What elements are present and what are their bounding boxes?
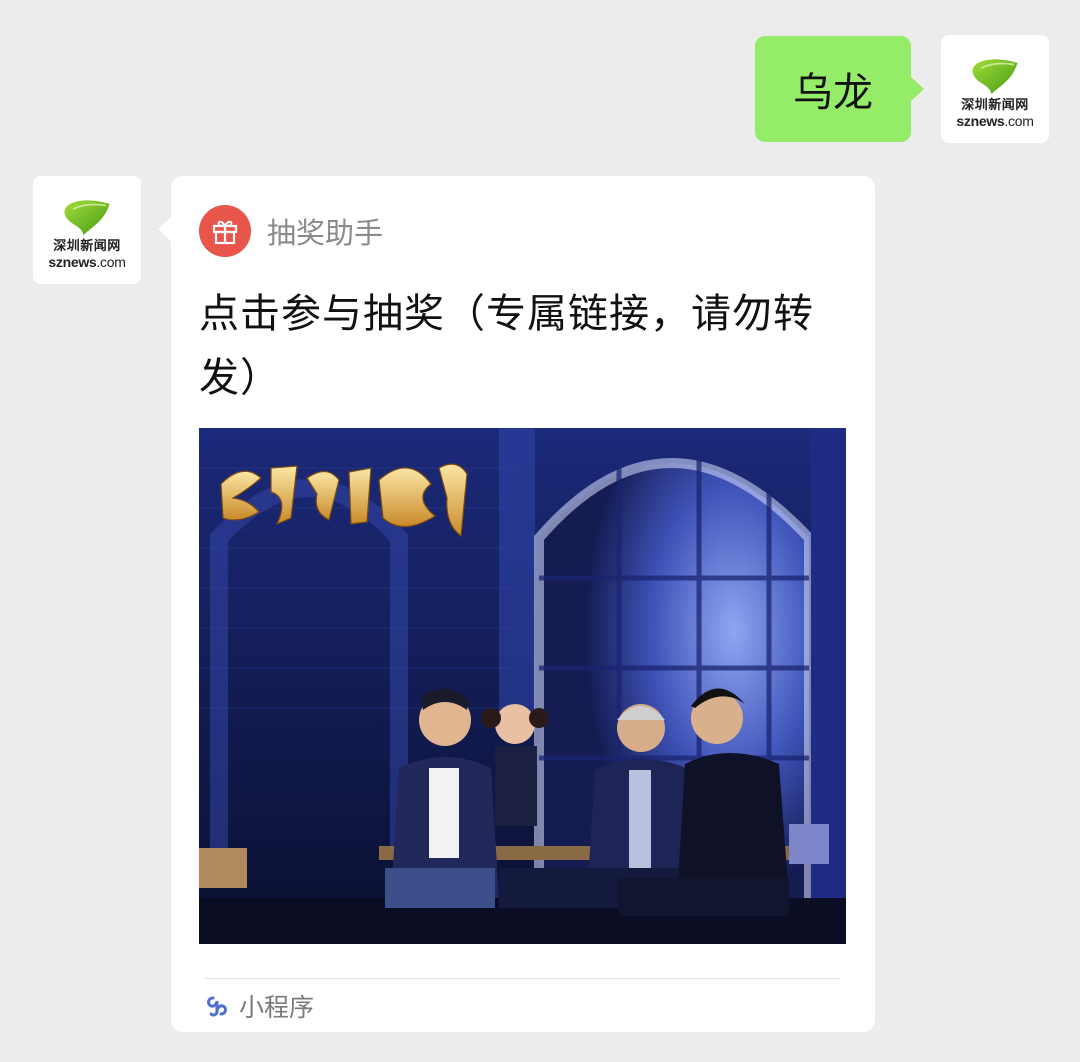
- sznews-leaf-logo-icon: [64, 199, 110, 235]
- poster-image[interactable]: [199, 428, 846, 944]
- card-footer: 小程序: [203, 988, 314, 1024]
- mini-program-icon: [207, 996, 227, 1017]
- contact-avatar[interactable]: 深圳新闻网 sznews.com: [33, 176, 141, 284]
- outgoing-message-bubble[interactable]: 乌龙: [755, 36, 924, 142]
- brand-name-en: sznews.com: [48, 253, 126, 270]
- card-header: 抽奖助手: [199, 204, 383, 258]
- card-title: 点击参与抽奖（专属链接，请勿转发）: [199, 291, 814, 401]
- mini-program-card[interactable]: 抽奖助手 点击参与抽奖（专属链接，请勿转发） 小程序: [158, 176, 875, 1032]
- mini-program-label: 小程序: [239, 993, 315, 1022]
- sender-avatar[interactable]: 深圳新闻网 sznews.com: [941, 35, 1049, 143]
- gift-icon: [199, 205, 251, 257]
- mini-program-name: 抽奖助手: [267, 216, 384, 250]
- outgoing-message-text: 乌龙: [793, 70, 873, 116]
- card-divider: [205, 978, 841, 979]
- brand-name-cn: 深圳新闻网: [961, 97, 1029, 113]
- sznews-leaf-logo-icon: [972, 58, 1018, 94]
- brand-name-cn: 深圳新闻网: [53, 238, 121, 254]
- brand-name-en: sznews.com: [956, 112, 1034, 129]
